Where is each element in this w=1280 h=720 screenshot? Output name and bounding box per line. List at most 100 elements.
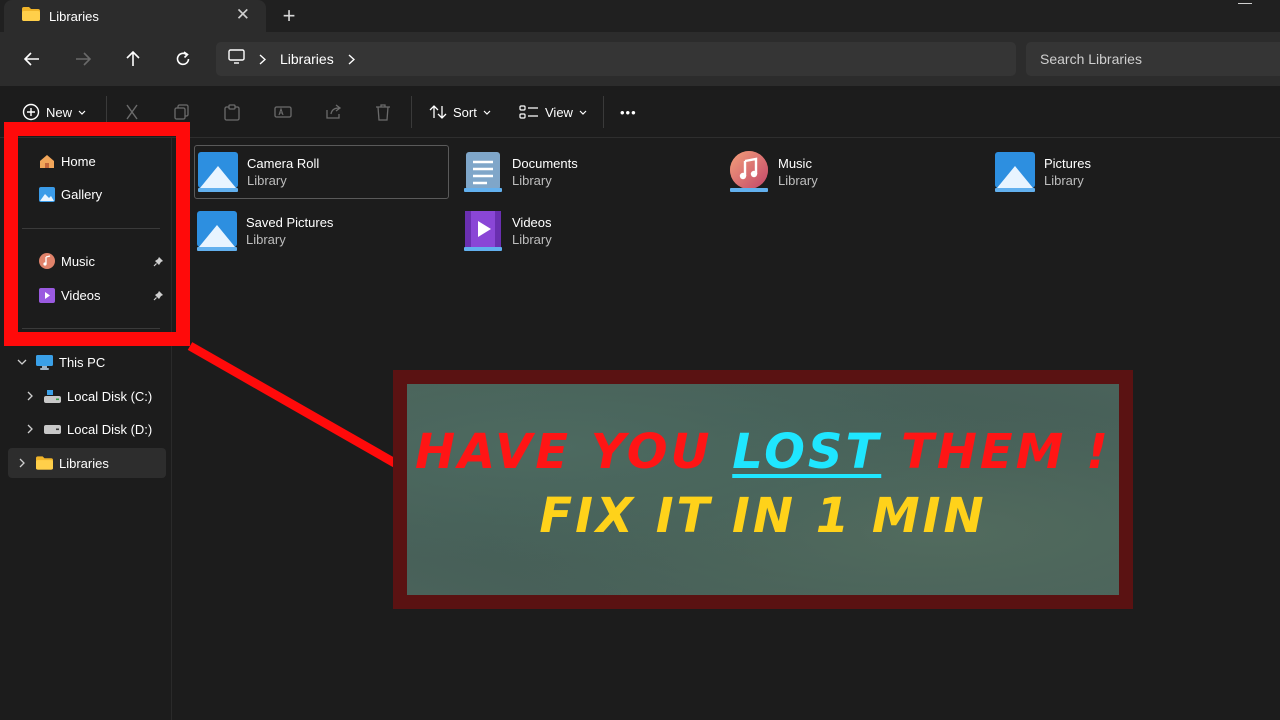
new-label: New (46, 104, 73, 120)
share-button[interactable] (325, 86, 342, 138)
rename-button[interactable] (274, 86, 292, 138)
pin-icon[interactable] (153, 288, 164, 306)
chevron-down-icon[interactable] (14, 359, 30, 365)
pin-icon[interactable] (153, 254, 164, 272)
banner-headline: HAVE YOU LOST THEM ! (407, 424, 1119, 480)
sidebar-item-videos[interactable]: Videos (8, 280, 166, 310)
copy-icon (174, 104, 189, 120)
drive-c-icon (44, 388, 61, 405)
refresh-icon (176, 51, 190, 66)
view-label: View (545, 104, 573, 120)
tab-libraries[interactable]: Libraries ✕ (4, 0, 266, 32)
library-documents[interactable]: Documents Library (460, 145, 714, 199)
chevron-right-icon[interactable] (348, 53, 355, 65)
sort-icon (429, 105, 447, 119)
tab-bar: Libraries ✕ + (0, 0, 1280, 32)
navigation-pane: Home Gallery Music Videos This PC Local … (0, 138, 172, 720)
chevron-right-icon[interactable] (22, 391, 38, 401)
rename-icon (274, 106, 292, 118)
chevron-right-icon[interactable] (14, 458, 30, 468)
sidebar-item-home[interactable]: Home (8, 146, 166, 176)
library-type: Library (246, 232, 286, 247)
library-saved-pictures[interactable]: Saved Pictures Library (194, 204, 448, 258)
pictures-library-icon (194, 208, 240, 254)
library-type: Library (247, 173, 287, 188)
delete-button[interactable] (375, 86, 391, 138)
chevron-down-icon (579, 110, 587, 115)
divider (603, 96, 604, 128)
forward-button[interactable] (70, 46, 96, 72)
command-bar: New Sort View ••• (0, 86, 1280, 138)
back-button[interactable] (19, 46, 45, 72)
divider (22, 328, 160, 329)
library-pictures[interactable]: Pictures Library (992, 145, 1246, 199)
divider (411, 96, 412, 128)
copy-button[interactable] (174, 86, 190, 138)
divider (22, 228, 160, 229)
library-type: Library (778, 173, 818, 188)
sidebar-item-this-pc[interactable]: This PC (8, 347, 166, 377)
sidebar-item-local-disk-d[interactable]: Local Disk (D:) (8, 414, 166, 444)
search-input[interactable] (1026, 42, 1280, 76)
share-icon (326, 104, 342, 119)
divider (106, 96, 107, 128)
sort-label: Sort (453, 104, 477, 120)
view-button[interactable]: View (519, 86, 587, 138)
library-videos[interactable]: Videos Library (460, 204, 714, 258)
monitor-icon (228, 49, 245, 69)
navigation-bar: Libraries (0, 32, 1280, 86)
pictures-library-icon (195, 149, 241, 195)
sidebar-item-label: Music (61, 253, 95, 269)
chevron-right-icon[interactable] (22, 424, 38, 434)
breadcrumb-libraries[interactable]: Libraries (280, 51, 334, 67)
up-arrow-icon (126, 51, 140, 66)
promo-banner: HAVE YOU LOST THEM ! FIX IT IN 1 MIN (393, 370, 1133, 609)
sidebar-item-label: Videos (61, 287, 101, 303)
library-name: Pictures (1044, 156, 1091, 171)
forward-arrow-icon (76, 52, 91, 66)
trash-icon (376, 103, 390, 121)
library-name: Videos (512, 215, 552, 230)
chevron-right-icon[interactable] (259, 53, 266, 65)
sidebar-item-label: Local Disk (D:) (67, 421, 153, 437)
minimize-icon[interactable] (1238, 3, 1252, 4)
cut-icon (126, 104, 138, 120)
library-music[interactable]: Music Library (726, 145, 980, 199)
more-icon: ••• (620, 104, 637, 120)
sidebar-item-label: Libraries (59, 455, 109, 471)
paste-icon (224, 103, 240, 121)
pictures-library-icon (992, 149, 1038, 195)
sidebar-item-music[interactable]: Music (8, 246, 166, 276)
more-options-button[interactable]: ••• (620, 86, 637, 138)
sidebar-item-label: This PC (59, 354, 106, 370)
music-library-icon (726, 149, 772, 195)
close-tab-icon[interactable]: ✕ (236, 5, 250, 25)
new-button[interactable]: New (22, 86, 86, 138)
library-camera-roll[interactable]: Camera Roll Library (194, 145, 449, 199)
library-name: Music (778, 156, 812, 171)
this-pc-icon (36, 354, 53, 371)
drive-d-icon (44, 421, 61, 438)
sidebar-item-label: Home (61, 153, 96, 169)
videos-icon (38, 287, 55, 304)
new-tab-button[interactable]: + (278, 3, 300, 29)
folder-icon (36, 455, 53, 472)
view-icon (519, 105, 538, 119)
library-name: Camera Roll (247, 156, 320, 171)
chevron-down-icon (483, 110, 491, 115)
music-icon (38, 253, 55, 270)
banner-highlight-word: LOST (732, 424, 882, 480)
address-bar[interactable]: Libraries (216, 42, 1016, 76)
sort-button[interactable]: Sort (429, 86, 491, 138)
sidebar-item-label: Local Disk (C:) (67, 388, 153, 404)
cut-button[interactable] (124, 86, 140, 138)
sidebar-item-libraries[interactable]: Libraries (8, 448, 166, 478)
refresh-button[interactable] (170, 46, 196, 72)
sidebar-item-local-disk-c[interactable]: Local Disk (C:) (8, 381, 166, 411)
back-arrow-icon (24, 52, 39, 66)
sidebar-item-gallery[interactable]: Gallery (8, 179, 166, 209)
paste-button[interactable] (224, 86, 240, 138)
documents-library-icon (460, 149, 506, 195)
library-name: Saved Pictures (246, 215, 334, 230)
up-button[interactable] (120, 46, 146, 72)
